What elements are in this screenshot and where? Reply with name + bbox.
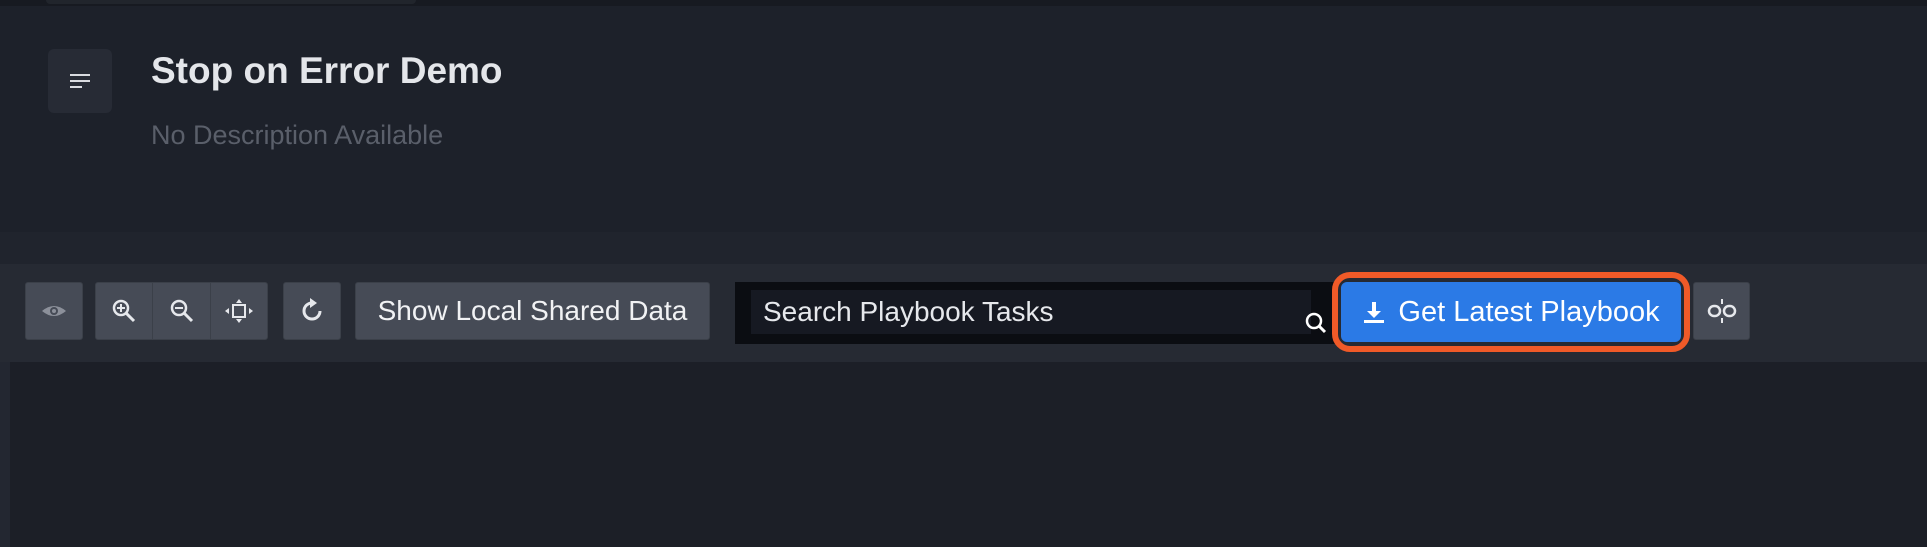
download-icon [1364,302,1385,323]
canvas-edge [0,362,10,547]
menu-button[interactable] [48,49,112,113]
search-container [735,282,1335,344]
eye-icon [42,306,66,316]
search-playbook-tasks-input[interactable] [751,290,1311,334]
zoom-out-button[interactable] [152,282,211,340]
show-local-shared-data-button[interactable]: Show Local Shared Data [355,282,710,340]
view-toggle-button[interactable] [25,282,83,340]
unlink-button[interactable] [1693,282,1750,340]
zoom-in-icon [112,299,136,323]
search-icon[interactable] [1305,312,1327,339]
get-latest-playbook-label: Get Latest Playbook [1398,295,1660,328]
header-divider [0,232,1927,264]
menu-lines-icon [70,74,90,88]
playbook-header: Stop on Error Demo No Description Availa… [0,0,1927,232]
page-description: No Description Available [151,120,444,150]
fit-to-screen-button[interactable] [210,282,268,340]
fit-to-screen-icon [225,299,253,323]
ghost-breadcrumb [46,0,416,4]
zoom-in-button[interactable] [95,282,153,340]
zoom-out-icon [170,299,193,323]
refresh-icon [302,298,322,321]
unlink-icon [1707,299,1736,323]
top-strip [0,0,1927,6]
get-latest-playbook-button[interactable]: Get Latest Playbook [1341,282,1681,342]
refresh-button[interactable] [283,282,341,340]
playbook-canvas[interactable] [10,362,1927,547]
page-title: Stop on Error Demo [151,50,503,91]
